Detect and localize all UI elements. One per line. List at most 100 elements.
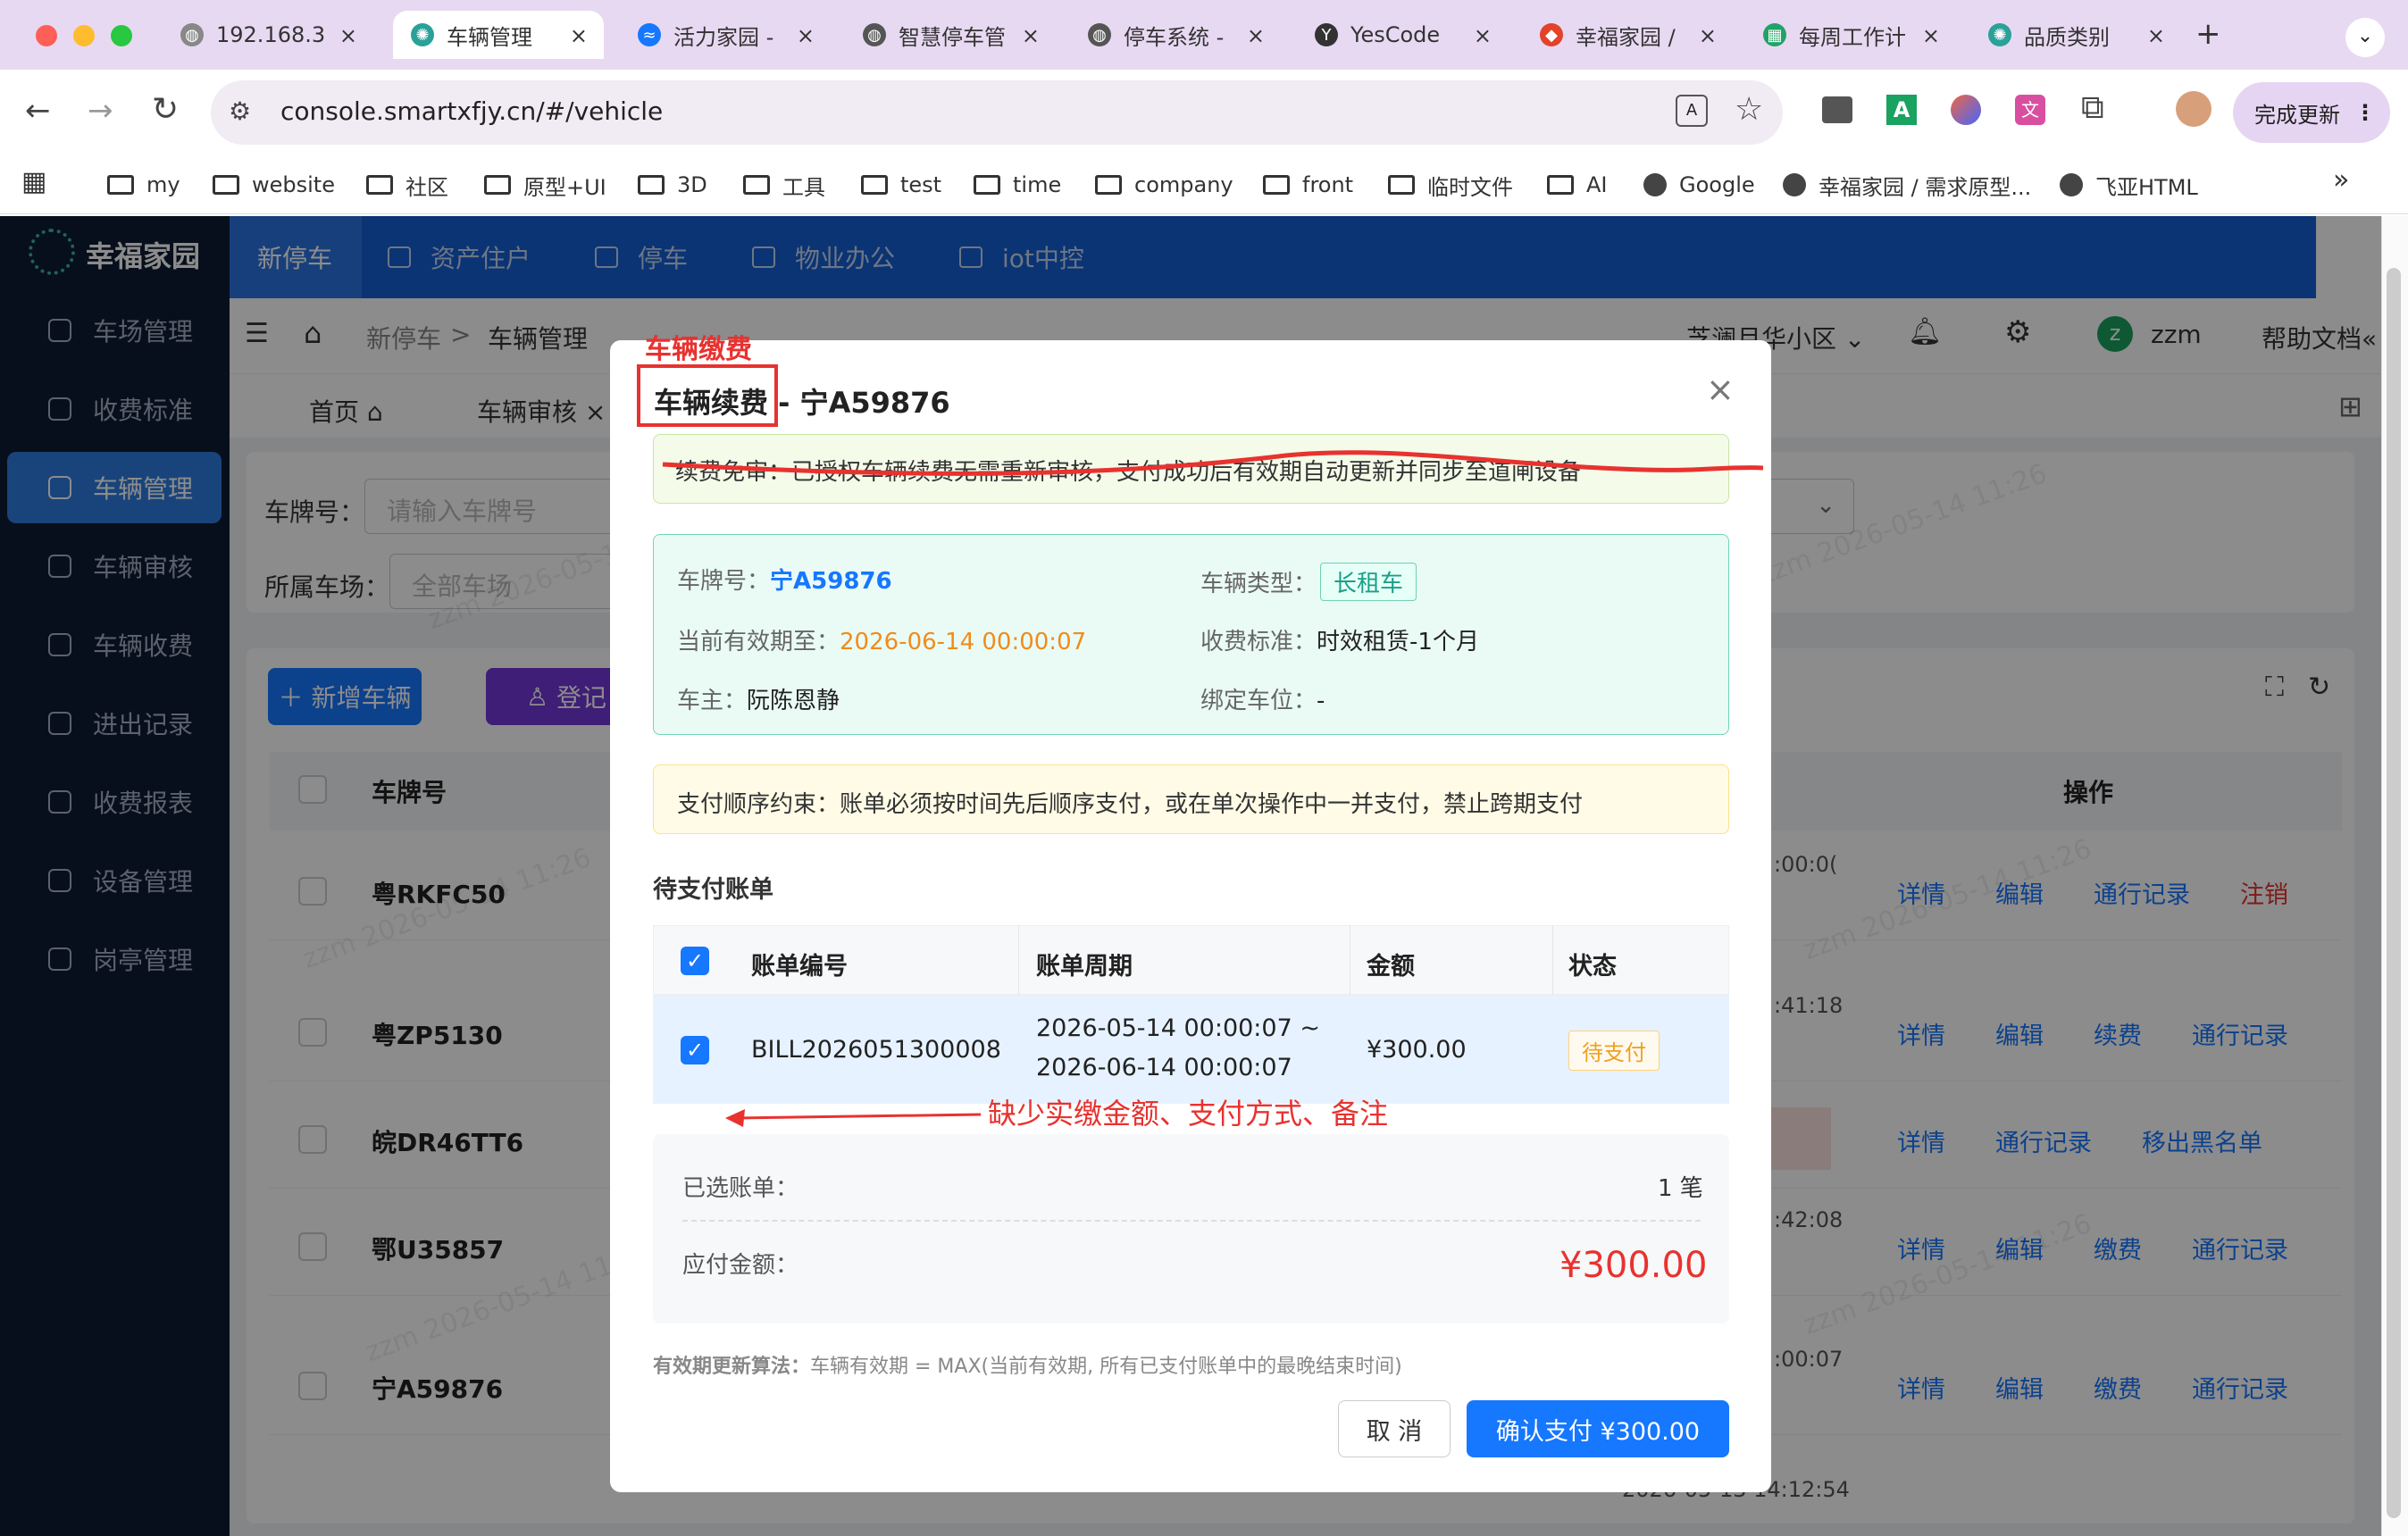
close-tab-icon[interactable]: × <box>1247 23 1265 48</box>
tab-favicon-icon: ≈ <box>638 23 661 46</box>
info-standard: 收费标准：时效租赁-1个月 <box>1200 629 1479 655</box>
tab-favicon-icon: ◍ <box>1088 23 1111 46</box>
bill-period-end: 2026-06-14 00:00:07 <box>1036 1054 1292 1081</box>
bookmark-item[interactable]: test <box>861 164 941 205</box>
close-tab-icon[interactable]: × <box>339 23 357 48</box>
minimize-window-button[interactable] <box>73 25 95 46</box>
summary-selected-count: 1 笔 <box>1658 1175 1703 1202</box>
bookmark-item[interactable]: 社区 <box>366 164 448 205</box>
bookmark-item[interactable]: time <box>974 164 1061 205</box>
apps-grid-icon[interactable]: ▦ <box>21 166 46 197</box>
annotation-arrow <box>725 1109 982 1127</box>
scrollbar-thumb[interactable] <box>2387 268 2401 1518</box>
bookmark-item[interactable]: 3D <box>638 164 707 205</box>
tab-favicon-icon: ◍ <box>180 23 204 46</box>
bookmark-item[interactable]: company <box>1095 164 1233 205</box>
close-tab-icon[interactable]: × <box>1022 23 1040 48</box>
browser-tab[interactable]: ◍ 智慧停车管 × <box>845 11 1056 59</box>
browser-tab[interactable]: ◍ 192.168.3 × <box>163 11 373 59</box>
close-tab-icon[interactable]: × <box>797 23 815 48</box>
bookmark-item[interactable]: 工具 <box>743 164 825 205</box>
browser-tab[interactable]: ◆ 幸福家园 / × <box>1522 11 1733 59</box>
bookmark-label: front <box>1302 172 1354 197</box>
bookmark-item[interactable]: AI <box>1547 164 1608 205</box>
url-text[interactable]: console.smartxfjy.cn/#/vehicle <box>280 96 663 126</box>
cancel-button[interactable]: 取 消 <box>1338 1400 1451 1457</box>
tab-title: 每周工作计 <box>1799 24 1906 50</box>
tab-title: 192.168.3 <box>216 22 326 47</box>
bookmark-item[interactable]: 飞亚HTML <box>2060 164 2198 205</box>
extension-swirl-icon[interactable] <box>1951 95 1981 125</box>
extensions-puzzle-icon[interactable]: ⧉ <box>2081 89 2104 127</box>
browser-tab[interactable]: ✺ 车辆管理 × <box>393 11 604 59</box>
more-bookmarks-icon[interactable]: » <box>2333 164 2349 196</box>
summary-due-label: 应付金额： <box>682 1252 799 1279</box>
bill-amount: ¥300.00 <box>1367 1036 1467 1064</box>
bookmark-star-icon[interactable]: ☆ <box>1735 91 1763 128</box>
forward-arrow-icon[interactable]: → <box>88 93 113 129</box>
bill-period-start: 2026-05-14 00:00:07 ~ <box>1036 1014 1320 1042</box>
close-icon[interactable]: × <box>1706 370 1735 409</box>
zoom-window-button[interactable] <box>111 25 132 46</box>
close-window-button[interactable] <box>36 25 57 46</box>
tab-title: YesCode <box>1350 22 1441 47</box>
bookmark-label: 临时文件 <box>1427 174 1513 200</box>
bookmark-label: 原型+UI <box>523 174 606 200</box>
bills-title: 待支付账单 <box>653 876 773 904</box>
close-tab-icon[interactable]: × <box>570 23 588 48</box>
bookmark-label: my <box>146 172 180 197</box>
bookmark-item[interactable]: 临时文件 <box>1388 164 1513 205</box>
bookmark-label: 飞亚HTML <box>2095 174 2198 200</box>
tab-title: 品质类别 <box>2024 24 2110 50</box>
update-button[interactable]: 完成更新 ⋮ <box>2233 82 2390 143</box>
browser-tab[interactable]: ≈ 活力家园 - × <box>620 11 831 59</box>
bill-row-checkbox[interactable]: ✓ <box>681 1036 709 1064</box>
warning-text: 支付顺序约束：账单必须按时间先后顺序支付，或在单次操作中一并支付，禁止跨期支付 <box>677 791 1584 818</box>
bookmark-label: 幸福家园 / 需求原型... <box>1819 174 2032 200</box>
bookmark-item[interactable]: website <box>213 164 335 205</box>
folder-icon <box>484 175 511 195</box>
bookmark-item[interactable]: my <box>107 164 180 205</box>
translate-icon[interactable]: A <box>1676 95 1708 127</box>
profile-avatar[interactable] <box>2176 91 2212 127</box>
tab-title: 车辆管理 <box>447 24 532 50</box>
folder-icon <box>1263 175 1290 195</box>
bookmark-item[interactable]: Google <box>1643 164 1755 205</box>
folder-icon <box>638 175 665 195</box>
close-tab-icon[interactable]: × <box>1922 23 1940 48</box>
close-tab-icon[interactable]: × <box>2147 23 2165 48</box>
bills-col-id: 账单编号 <box>751 953 848 981</box>
browser-tab[interactable]: ◍ 停车系统 - × <box>1070 11 1281 59</box>
browser-tab[interactable]: Y YesCode × <box>1297 11 1508 59</box>
confirm-pay-button[interactable]: 确认支付 ¥300.00 <box>1467 1400 1729 1457</box>
bookmark-item[interactable]: front <box>1263 164 1353 205</box>
close-tab-icon[interactable]: × <box>1474 23 1492 48</box>
tab-search-chevron-icon[interactable]: ⌄ <box>2345 18 2385 57</box>
extension-translate-icon[interactable]: 文 <box>2015 95 2045 125</box>
bookmark-item[interactable]: 原型+UI <box>484 164 606 205</box>
bills-select-all-checkbox[interactable]: ✓ <box>681 947 709 975</box>
col-divider-3 <box>1552 925 1553 995</box>
strike-annotation <box>662 450 1764 476</box>
folder-icon <box>743 175 770 195</box>
annotation-missing: 缺少实缴金额、支付方式、备注 <box>988 1097 1389 1131</box>
summary-selected-label: 已选账单： <box>682 1175 799 1202</box>
extension-screen-icon[interactable] <box>1822 96 1852 123</box>
folder-icon <box>861 175 888 195</box>
folder-icon <box>1095 175 1122 195</box>
modal-title: 车辆续费 - 宁A59876 <box>654 386 950 420</box>
col-divider-1 <box>1018 925 1019 995</box>
browser-tab[interactable]: ▦ 每周工作计 × <box>1745 11 1956 59</box>
close-tab-icon[interactable]: × <box>1699 23 1717 48</box>
extension-a-icon[interactable]: A <box>1886 95 1917 125</box>
bills-col-status: 状态 <box>1568 953 1617 981</box>
bookmark-item[interactable]: 幸福家园 / 需求原型... <box>1783 164 2031 205</box>
new-tab-button[interactable]: + <box>2195 16 2221 52</box>
info-owner: 车主：阮陈恩静 <box>677 688 840 714</box>
bills-col-period: 账单周期 <box>1036 953 1133 981</box>
bookmark-label: time <box>1013 172 1062 197</box>
back-arrow-icon[interactable]: ← <box>25 93 51 129</box>
reload-icon[interactable]: ↻ <box>152 91 179 128</box>
browser-tab[interactable]: ✺ 品质类别 × <box>1970 11 2181 59</box>
site-settings-icon[interactable]: ⚙ <box>229 96 251 126</box>
